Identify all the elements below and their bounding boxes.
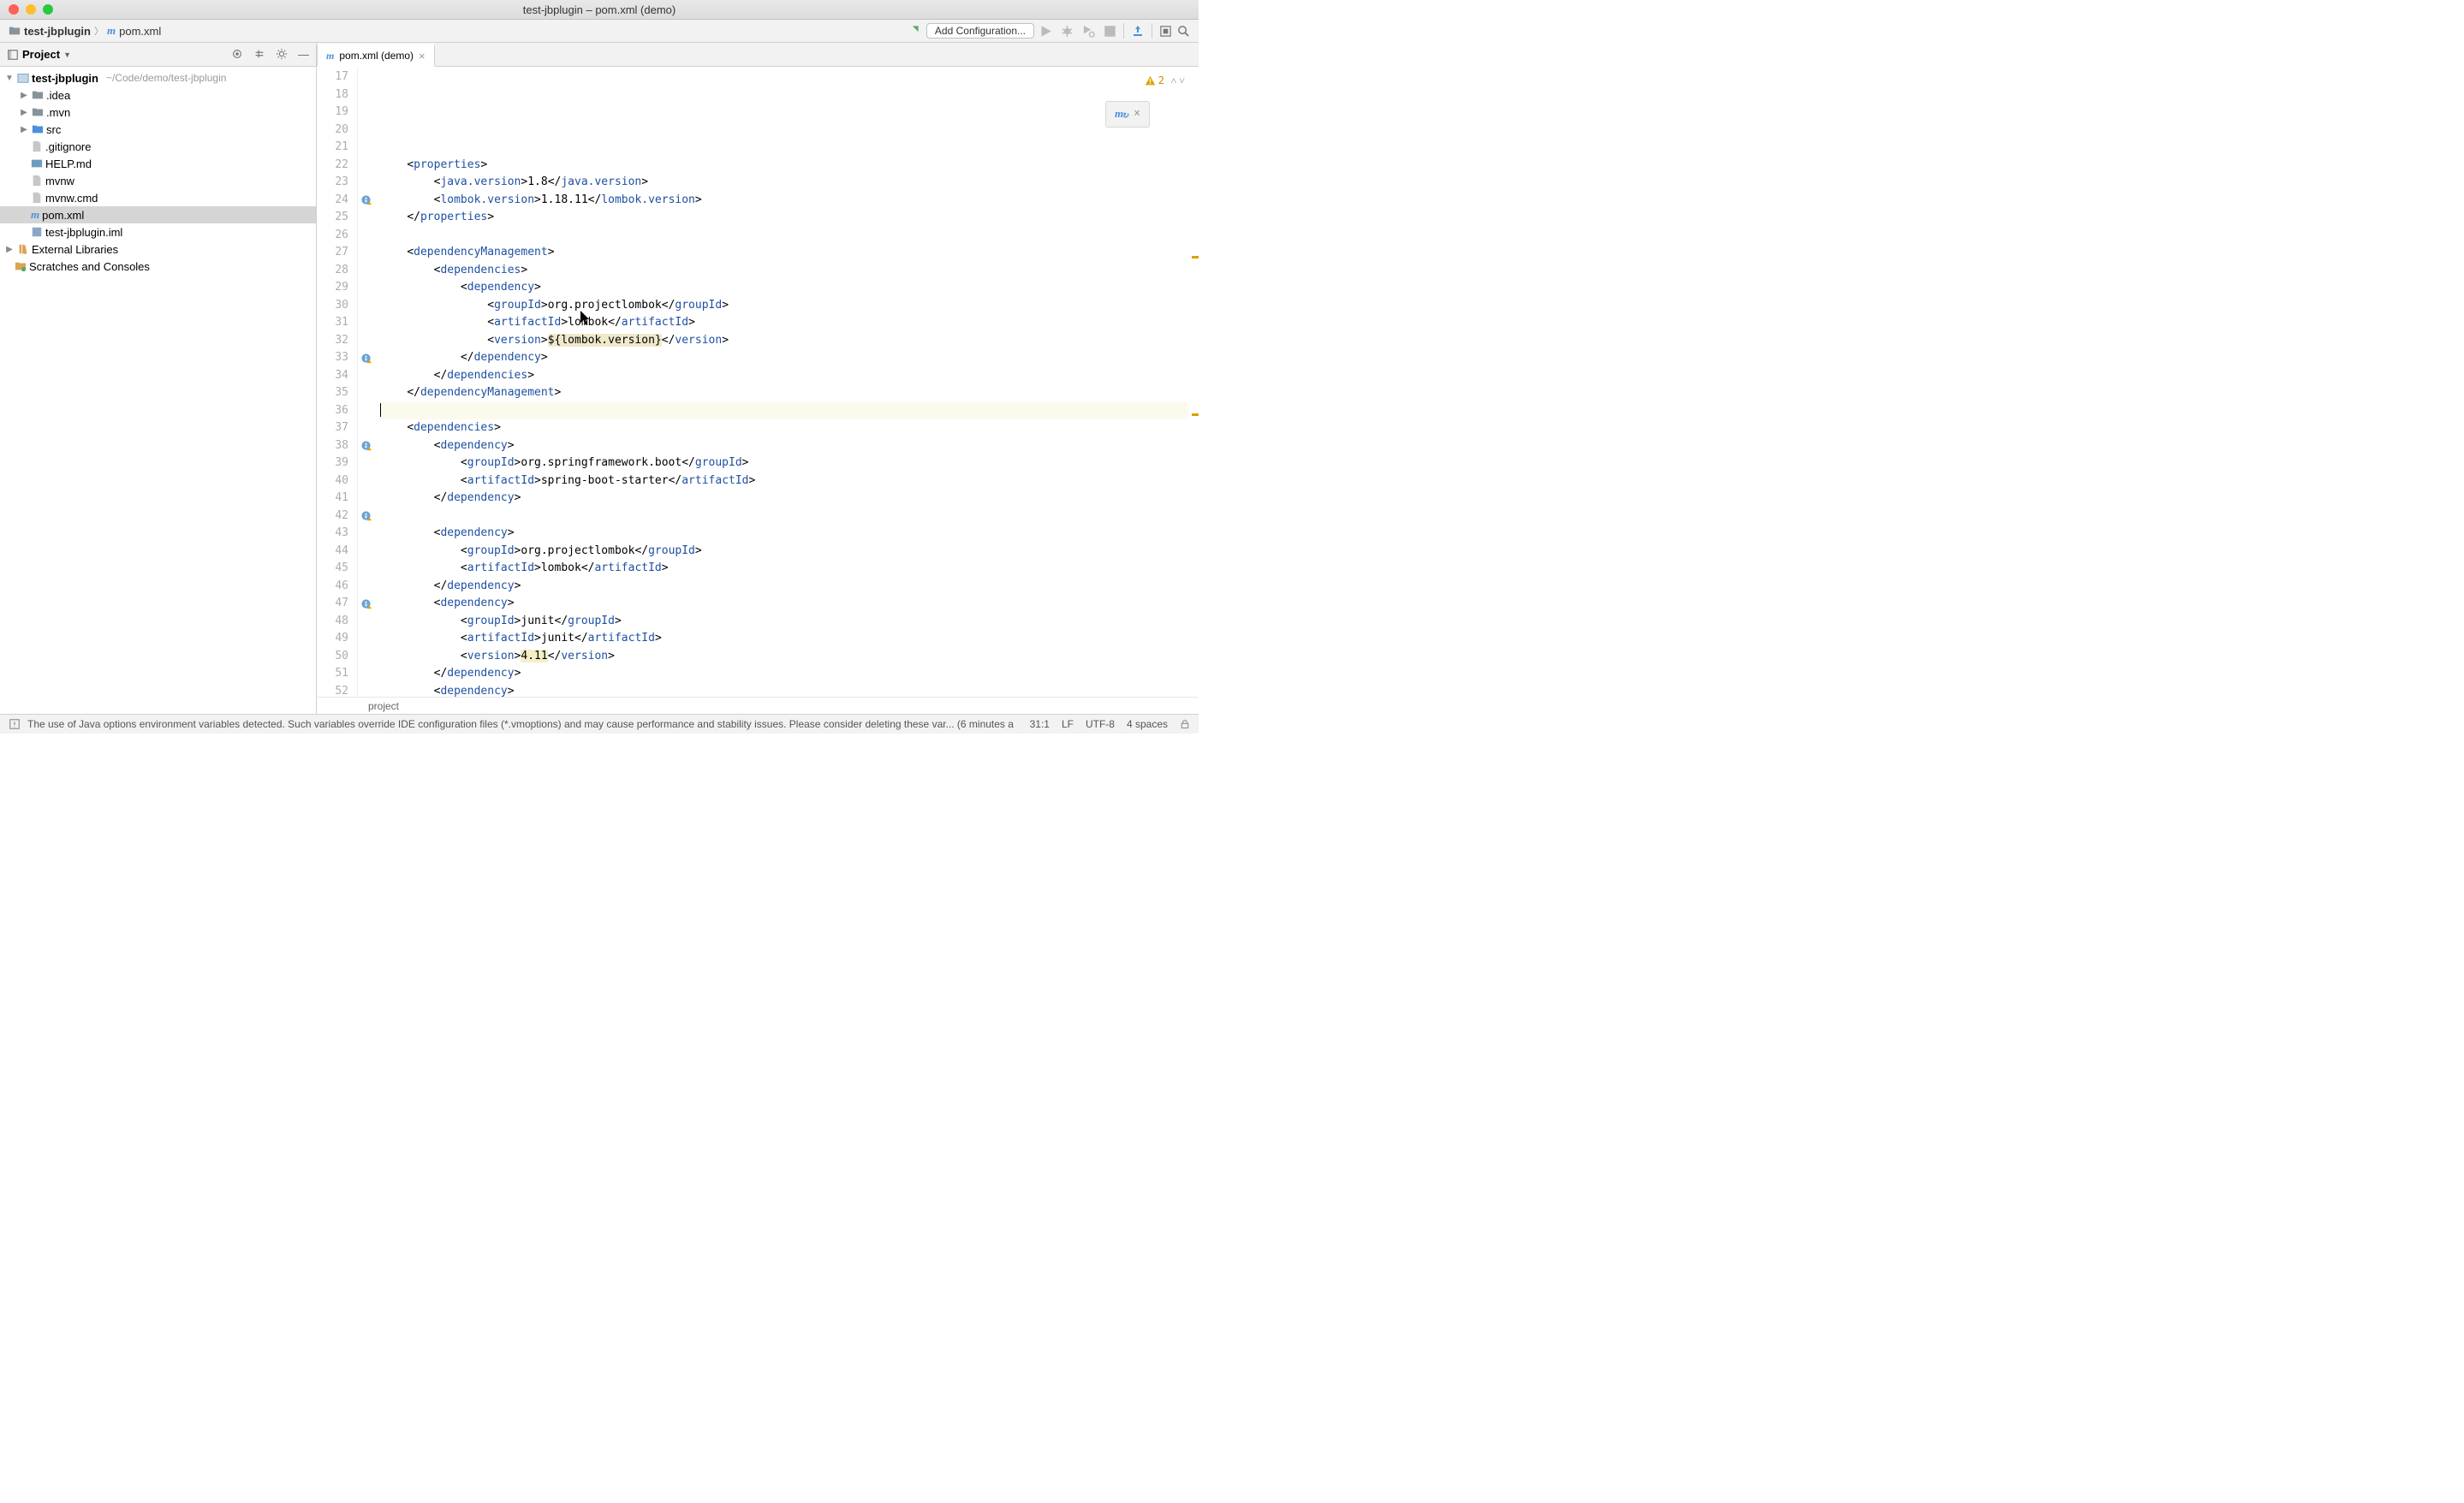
breadcrumb-separator: 〉 (94, 24, 104, 38)
maven-reload-icon: m↻ (1115, 105, 1123, 123)
project-sidebar: Project ▼ — ▼ test-jbplugin ~/Code/demo/… (0, 43, 317, 714)
window-controls (9, 4, 53, 15)
tree-scratches[interactable]: Scratches and Consoles (0, 258, 316, 275)
maven-icon: m (31, 208, 39, 222)
code-content[interactable]: 2 ˄ ˅ m↻ × <properties> <java.version>1.… (373, 67, 1188, 697)
warning-icon (1145, 75, 1156, 86)
window-close-button[interactable] (9, 4, 19, 15)
tree-file-mvnw[interactable]: mvnw (0, 172, 316, 189)
file-icon (31, 192, 43, 204)
line-gutter: 1718192021222324252627282930313233343536… (317, 67, 358, 697)
module-icon (17, 72, 29, 84)
editor-area: m pom.xml (demo) × 171819202122232425262… (317, 43, 1199, 714)
tree-project-root[interactable]: ▼ test-jbplugin ~/Code/demo/test-jbplugi… (0, 69, 316, 86)
tree-file-mvnwcmd[interactable]: mvnw.cmd (0, 189, 316, 206)
navigation-toolbar: test-jbplugin 〉 m pom.xml Add Configurat… (0, 20, 1199, 43)
tree-toggle-icon[interactable]: ▼ (4, 74, 15, 83)
folder-icon (9, 25, 21, 37)
maven-reload-notification[interactable]: m↻ × (1105, 101, 1150, 128)
toolbar-actions: Add Configuration... (906, 23, 1190, 39)
status-message[interactable]: The use of Java options environment vari… (27, 718, 1014, 730)
search-icon[interactable] (1177, 25, 1190, 38)
tree-file-pom[interactable]: m pom.xml (0, 206, 316, 223)
editor-breadcrumb[interactable]: project (317, 697, 1199, 714)
chevron-down-icon: ▼ (63, 50, 71, 59)
breadcrumb-root[interactable]: test-jbplugin (9, 25, 91, 38)
status-bar: The use of Java options environment vari… (0, 714, 1199, 734)
tree-file-gitignore[interactable]: .gitignore (0, 138, 316, 155)
cursor-position[interactable]: 31:1 (1030, 718, 1050, 730)
close-tab-icon[interactable]: × (419, 50, 426, 62)
select-file-icon[interactable] (231, 48, 243, 61)
indent-setting[interactable]: 4 spaces (1127, 718, 1168, 730)
build-icon[interactable] (906, 23, 921, 39)
project-tree[interactable]: ▼ test-jbplugin ~/Code/demo/test-jbplugi… (0, 67, 316, 277)
tree-folder-src[interactable]: ▶ src (0, 121, 316, 138)
file-icon (31, 140, 43, 152)
window-titlebar: test-jbplugin – pom.xml (demo) (0, 0, 1199, 20)
editor-tabs: m pom.xml (demo) × (317, 43, 1199, 67)
scratches-icon (15, 260, 27, 272)
window-title: test-jbplugin – pom.xml (demo) (523, 3, 676, 16)
tree-file-help[interactable]: HELP.md (0, 155, 316, 172)
ide-settings-icon[interactable] (1159, 25, 1172, 38)
line-separator[interactable]: LF (1062, 718, 1074, 730)
project-tool-title[interactable]: Project ▼ (7, 48, 71, 61)
readonly-lock-icon[interactable] (1180, 719, 1190, 729)
breadcrumb-file[interactable]: m pom.xml (107, 24, 161, 38)
tree-external-libraries[interactable]: ▶ External Libraries (0, 241, 316, 258)
file-encoding[interactable]: UTF-8 (1086, 718, 1115, 730)
folder-icon (32, 106, 44, 118)
prev-problem-icon[interactable]: ˄ (1170, 72, 1176, 90)
gutter-icons (358, 67, 373, 697)
source-folder-icon (32, 123, 44, 135)
editor-tab-pom[interactable]: m pom.xml (demo) × (317, 44, 435, 67)
toolbar-divider (1123, 23, 1124, 39)
window-minimize-button[interactable] (26, 4, 36, 15)
window-maximize-button[interactable] (43, 4, 53, 15)
library-icon (17, 243, 29, 255)
code-editor[interactable]: 1718192021222324252627282930313233343536… (317, 67, 1199, 697)
tree-folder-idea[interactable]: ▶ .idea (0, 86, 316, 104)
add-configuration-button[interactable]: Add Configuration... (926, 23, 1034, 39)
stop-icon[interactable] (1104, 25, 1116, 38)
close-notification-icon[interactable]: × (1134, 105, 1140, 123)
tool-settings-icon[interactable] (276, 48, 288, 61)
error-stripe[interactable] (1188, 67, 1199, 697)
breadcrumb: test-jbplugin 〉 m pom.xml (9, 24, 161, 38)
next-problem-icon[interactable]: ˅ (1179, 72, 1185, 90)
problem-nav: ˄ ˅ (1170, 72, 1185, 90)
warnings-indicator[interactable]: 2 (1145, 72, 1164, 90)
coverage-icon[interactable] (1082, 25, 1095, 38)
tree-folder-mvn[interactable]: ▶ .mvn (0, 104, 316, 121)
maven-icon: m (326, 50, 334, 62)
project-header: Project ▼ — (0, 43, 316, 67)
iml-icon (31, 226, 43, 238)
tree-file-iml[interactable]: test-jbplugin.iml (0, 223, 316, 241)
run-icon[interactable] (1039, 25, 1052, 38)
project-icon (7, 49, 19, 61)
tree-toggle-icon[interactable]: ▶ (19, 91, 29, 100)
git-update-icon[interactable] (1131, 24, 1145, 38)
folder-icon (32, 89, 44, 101)
status-warning-icon (9, 718, 21, 730)
expand-all-icon[interactable] (253, 48, 265, 61)
debug-icon[interactable] (1061, 25, 1074, 38)
maven-icon: m (107, 24, 116, 38)
file-icon (31, 175, 43, 187)
markdown-icon (31, 157, 43, 169)
hide-sidebar-icon[interactable]: — (298, 48, 309, 61)
